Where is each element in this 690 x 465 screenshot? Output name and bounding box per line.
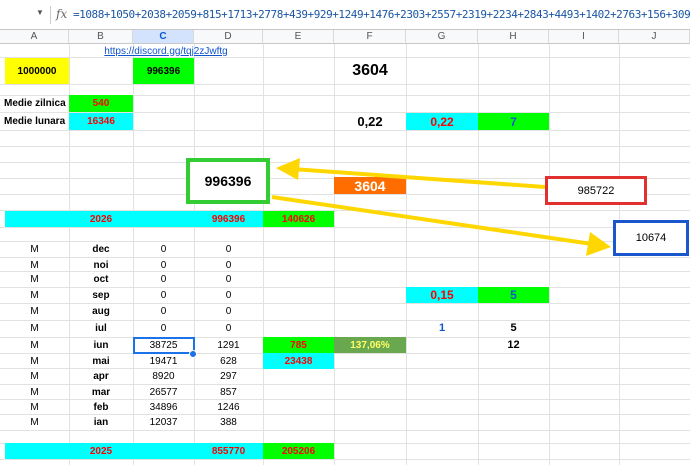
arrow-to-green-box	[291, 167, 546, 189]
arrowhead-left	[276, 158, 300, 180]
spreadsheet: ▼ fx =1088+1050+2038+2059+815+1713+2778+…	[0, 0, 690, 465]
annotation-arrows	[271, 158, 611, 256]
arrowhead-right	[586, 232, 611, 256]
arrow-to-blue-box	[271, 195, 593, 246]
